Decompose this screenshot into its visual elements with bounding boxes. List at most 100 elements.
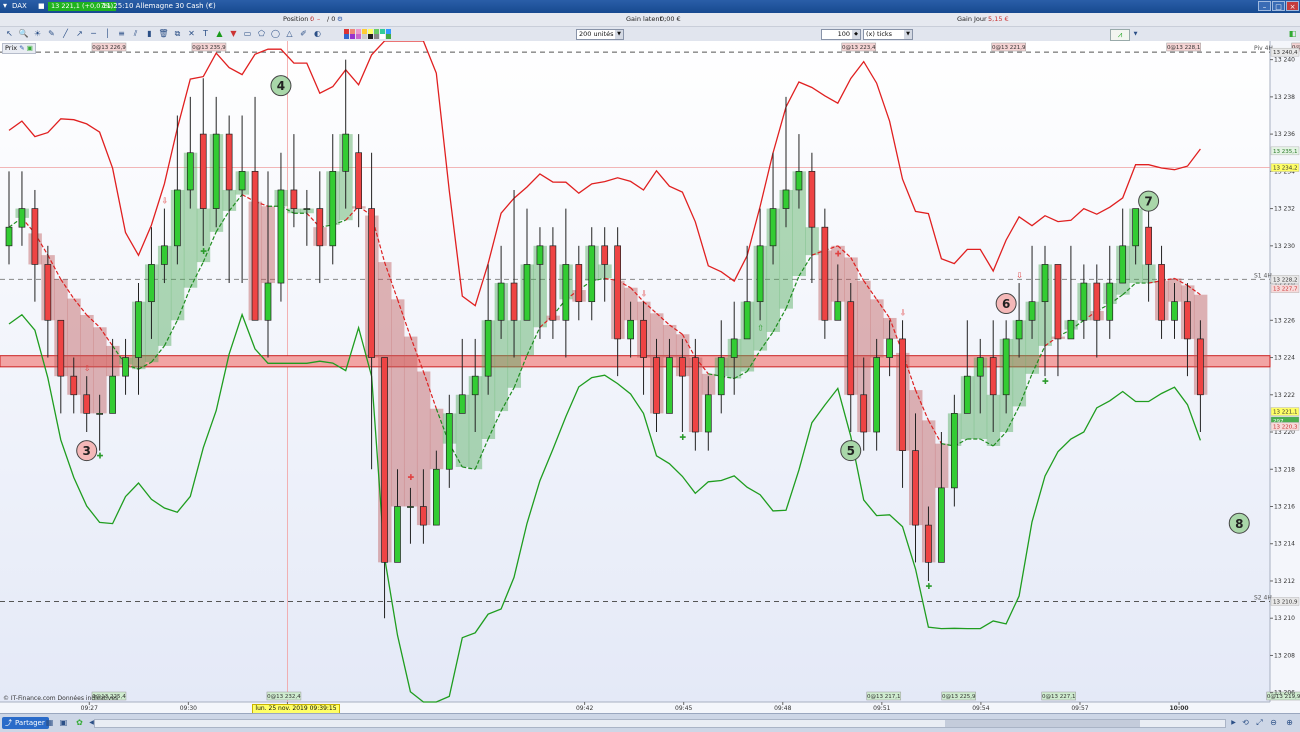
color-icon[interactable]: ◐ (312, 29, 323, 39)
zoom-out-icon[interactable]: ⊖ (1268, 717, 1279, 728)
vline-icon[interactable]: │ (102, 29, 113, 39)
cursor-icon[interactable]: ↖ (4, 29, 15, 39)
clone-icon[interactable]: ⧉ (172, 29, 183, 39)
edit-icon[interactable]: ✎ (19, 44, 24, 52)
rect-icon[interactable]: ▭ (242, 29, 253, 39)
order-tag-top[interactable]: 0@13 226,9 (91, 42, 127, 52)
candle-body (83, 394, 91, 414)
candle-body (588, 245, 596, 303)
ticks-select[interactable]: (x) ticks ▼ (863, 29, 913, 40)
color-swatch[interactable] (356, 34, 361, 39)
trend-icon[interactable]: ↗ (74, 29, 85, 39)
sell-arrow-icon: ⇩ (900, 308, 907, 317)
candle-body (433, 468, 440, 526)
pin-icon[interactable]: ■ (38, 2, 45, 10)
poly-icon[interactable]: ⬠ (256, 29, 267, 39)
zoom-in-icon[interactable]: ⊕ (1284, 717, 1295, 728)
trash-icon[interactable]: 🗑 (158, 29, 169, 39)
palette-icon[interactable]: ✿ (74, 717, 85, 728)
arrow-up-icon[interactable]: ▲ (214, 29, 225, 39)
quantity-input[interactable]: 100 ◆ (821, 29, 861, 40)
text-icon[interactable]: T (200, 29, 211, 39)
panel-toggle-icon[interactable]: ◧ (1287, 29, 1298, 39)
order-tag-top[interactable]: 0@13 228,1 (1166, 42, 1201, 52)
candle-body (277, 189, 285, 284)
candle-body (329, 170, 337, 247)
signal-cross-icon: ✚ (925, 582, 932, 591)
quantity-value: 100 (837, 30, 850, 38)
screenshot-icon[interactable]: ▣ (58, 717, 69, 728)
candle-body (135, 301, 142, 358)
minimize-button[interactable]: – (1258, 1, 1271, 11)
candle-body (704, 394, 712, 433)
reset-zoom-icon[interactable]: ⟲ (1240, 717, 1251, 728)
order-tag-top[interactable]: 0@13 221,9 (991, 42, 1026, 52)
candle-body (989, 357, 997, 396)
candle-body (18, 208, 26, 228)
share-button[interactable]: ⤴ Partager (2, 717, 49, 729)
candle-body (31, 208, 39, 265)
price-marker: 13 240,4 (1270, 47, 1300, 57)
bottom-taskbar: ⤴ Partager ▦ ▣ ✿ ◀ ▶ ⟲ ⤢ ⊖ ⊕ (0, 713, 1300, 732)
units-select[interactable]: 200 unités ▼ (576, 29, 624, 40)
candle-body (782, 189, 790, 209)
price-marker-text: 13 220,3 (1273, 424, 1298, 430)
fib-icon[interactable]: ≡ (116, 29, 127, 39)
scroll-thumb[interactable] (945, 720, 1140, 727)
window-title: 11:25:10 Allemagne 30 Cash (€) (102, 2, 216, 10)
line-icon[interactable]: ╱ (60, 29, 71, 39)
ellipse-icon[interactable]: ◯ (270, 29, 281, 39)
close-button[interactable]: × (1286, 1, 1299, 11)
order-tag-bottom[interactable]: 0@13 217,1 (866, 691, 902, 701)
sell-arrow-icon: ⇩ (641, 290, 648, 299)
candle-body (225, 133, 233, 191)
hline-icon[interactable]: ─ (88, 29, 99, 39)
order-tag-bottom[interactable]: 0@13 232,4 (266, 691, 302, 701)
candle-body (666, 357, 673, 414)
zoom-fit-icon[interactable]: ⤢ (1254, 717, 1265, 728)
legend-box[interactable]: Prix ✎ ▣ (2, 43, 36, 54)
time-scrollbar[interactable] (94, 719, 1226, 728)
candle-icon[interactable]: ▮ (144, 29, 155, 39)
chevron-down-icon[interactable]: ▼ (1130, 29, 1141, 39)
color-swatch[interactable] (350, 34, 355, 39)
maximize-button[interactable]: □ (1272, 1, 1285, 11)
indicator-chart-icon[interactable]: ⩘ (1110, 29, 1130, 41)
sun-icon[interactable]: ☀ (32, 29, 43, 39)
chart-area[interactable]: Piv 4HS1 4HS2 4H ✚✚✚✚✚✚✚⇩⇩⇩⇩⇩⇧ 34567890@… (0, 41, 1300, 714)
visibility-icon[interactable]: ▣ (27, 44, 33, 52)
pen-icon[interactable]: ✐ (298, 29, 309, 39)
color-swatch[interactable] (380, 34, 385, 39)
color-swatch[interactable] (344, 34, 349, 39)
candle-body (407, 506, 414, 508)
cross-icon[interactable]: ✕ (186, 29, 197, 39)
channel-icon[interactable]: ⫽ (130, 29, 141, 39)
settings-icon[interactable]: ⚙ (337, 15, 343, 23)
price-marker: 13 235,1 (1270, 146, 1300, 156)
scroll-right-icon[interactable]: ▶ (1228, 717, 1239, 728)
position-minus-icon[interactable]: – (317, 15, 320, 23)
color-swatch[interactable] (362, 34, 367, 39)
app-menu-icon[interactable]: ▾ (3, 1, 7, 10)
color-swatch[interactable] (368, 34, 373, 39)
order-tag-top[interactable]: 0@13 235,9 (191, 42, 227, 52)
color-swatch[interactable] (386, 34, 391, 39)
candle-body (1145, 226, 1152, 265)
magnifier-icon[interactable]: 🔍 (18, 29, 29, 39)
arrow-down-icon[interactable]: ▼ (228, 29, 239, 39)
order-tag-top[interactable]: 0@13 223,4 (841, 42, 877, 52)
order-tag-bottom-text: 0@13 232,4 (267, 694, 301, 700)
triangle-icon[interactable]: △ (284, 29, 295, 39)
order-tag-bottom-text: 0@13 227,1 (1042, 694, 1076, 700)
candle-body (212, 133, 220, 209)
price-tick-label: 13 222 (1274, 392, 1295, 399)
order-tag-bottom[interactable]: 0@13 227,1 (1041, 691, 1076, 701)
candle-body (458, 394, 466, 414)
candle[interactable] (821, 208, 829, 339)
price-chart[interactable]: Piv 4HS1 4HS2 4H ✚✚✚✚✚✚✚⇩⇩⇩⇩⇩⇧ 34567890@… (0, 41, 1300, 712)
candle-body (1041, 264, 1049, 303)
pencil-icon[interactable]: ✎ (46, 29, 57, 39)
layout-icon[interactable]: ▦ (44, 717, 55, 728)
order-tag-bottom[interactable]: 0@13 225,9 (941, 691, 977, 701)
color-swatch[interactable] (374, 34, 379, 39)
